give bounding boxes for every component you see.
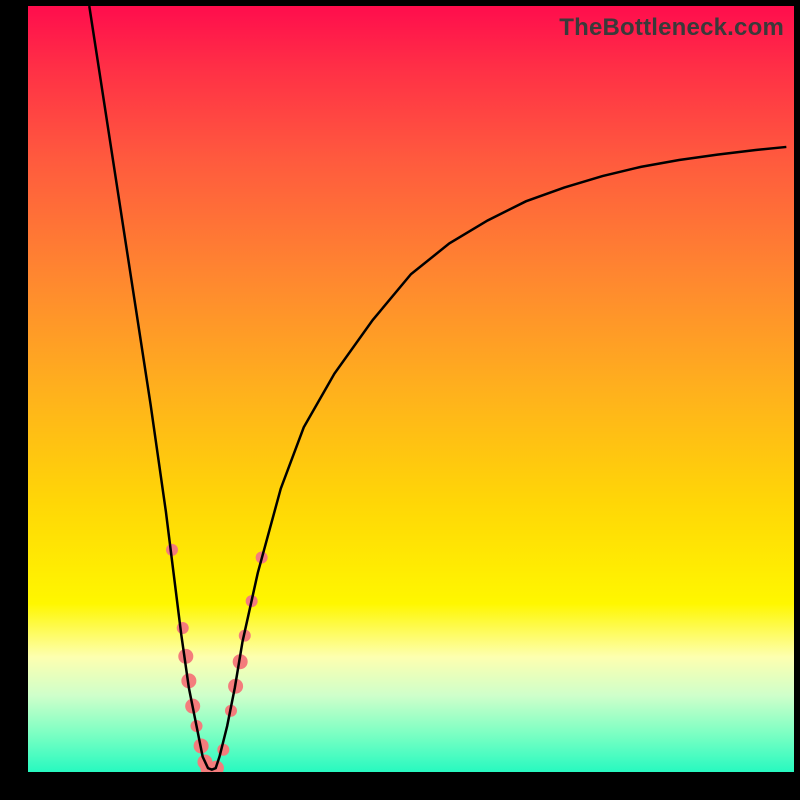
markers-group [166,544,268,772]
chart-svg [28,6,794,772]
plot-area: TheBottleneck.com [28,6,794,772]
data-marker [177,622,189,634]
chart-frame: TheBottleneck.com [0,0,800,800]
bottleneck-curve [89,6,786,770]
